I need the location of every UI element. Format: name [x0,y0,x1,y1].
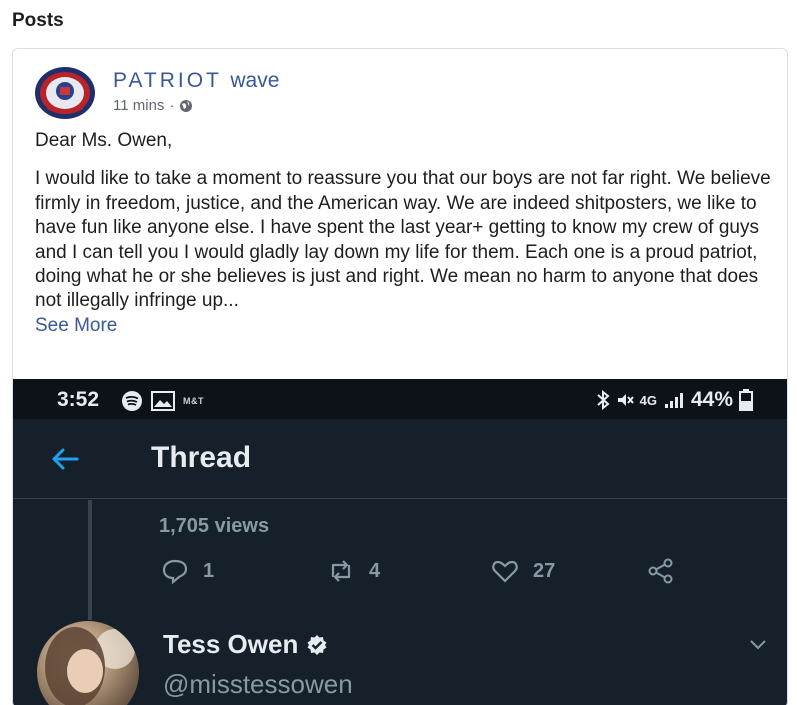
reply-action[interactable]: 1 [161,557,214,585]
status-left-icons: M&T [121,390,204,412]
like-action[interactable]: 27 [491,557,555,585]
bluetooth-icon [596,390,610,410]
retweet-icon [331,560,351,582]
phone-status-bar: 3:52 M&T 4G 44% [13,379,787,419]
status-time: 3:52 [57,388,100,411]
spotify-icon [122,391,142,411]
tweet-actions: 1 4 27 [161,557,681,587]
battery-percent: 44% [690,388,733,411]
like-count: 27 [533,559,556,582]
post-text: Dear Ms. Owen, I would like to take a mo… [35,129,780,338]
image-icon [151,391,175,411]
status-right-icons: 4G 44% [596,388,753,412]
post-body: I would like to take a moment to reassur… [35,168,771,312]
page-name-link[interactable]: PATRIOT wave [113,69,279,93]
page-name-spaced: PATRIOT [113,69,222,92]
retweet-count: 4 [369,559,381,582]
thread-title: Thread [151,441,252,474]
page-name-rest: wave [230,69,280,92]
globe-icon [180,99,193,112]
signal-icon [664,393,683,408]
page-avatar[interactable] [33,65,97,121]
post-greeting: Dear Ms. Owen, [35,130,173,151]
heart-icon [492,560,518,583]
network-type: 4G [639,392,657,408]
author-name-row[interactable]: Tess Owen [163,629,328,660]
share-action[interactable] [647,557,675,585]
tweet-views: 1,705 views [159,515,270,537]
section-title: Posts [12,10,64,31]
mute-icon [617,394,634,406]
post-card: PATRIOT wave 11 mins · Dear Ms. Owen, I … [12,48,788,705]
share-icon [648,558,673,584]
back-arrow-icon[interactable] [49,443,81,475]
attached-screenshot[interactable]: 3:52 M&T 4G 44% Thread 1,705 views 1 4 2… [13,379,787,705]
carrier-icon: M&T [183,396,204,406]
patriot-logo-icon [35,67,95,119]
chevron-down-icon[interactable] [747,633,769,655]
reply-icon [162,559,188,585]
reply-count: 1 [203,559,215,582]
retweet-action[interactable]: 4 [327,557,380,585]
post-timestamp[interactable]: 11 mins [113,97,164,114]
author-handle: @misstessowen [163,669,353,699]
thread-connector-line [88,500,92,620]
post-meta: 11 mins · [113,97,193,114]
author-name: Tess Owen [163,629,299,659]
thread-navbar: Thread [13,419,787,499]
battery-icon [739,389,753,411]
verified-badge-icon [307,634,327,655]
author-avatar[interactable] [37,621,139,705]
see-more-link[interactable]: See More [35,314,780,338]
meta-separator: · [169,97,175,114]
